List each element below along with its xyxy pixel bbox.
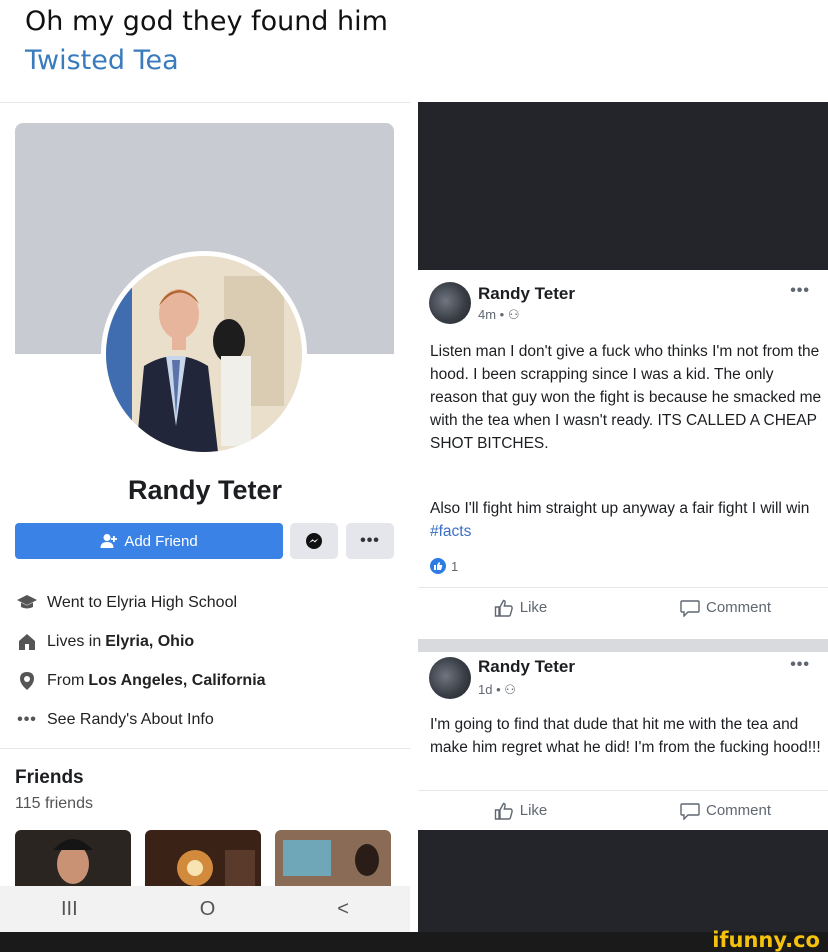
comment-button[interactable]: Comment <box>623 791 828 830</box>
add-friend-label: Add Friend <box>124 532 198 550</box>
post-meta: 1d • ⚇ <box>478 682 516 698</box>
like-label: Like <box>519 802 548 819</box>
watermark-bar: ifunny.co <box>0 928 828 952</box>
profile-screenshot: Randy Teter Add Friend ••• Went to Elyri… <box>0 102 410 932</box>
lives-city[interactable]: Elyria, Ohio <box>105 633 194 651</box>
messenger-button[interactable] <box>290 523 338 559</box>
friend-thumbnail[interactable] <box>275 830 391 886</box>
like-label: Like <box>519 599 548 616</box>
post-card: Randy Teter 4m • ⚇ ••• Listen man I don'… <box>418 270 828 639</box>
feed-separator <box>418 639 828 652</box>
like-button[interactable]: Like <box>418 791 623 830</box>
like-button[interactable]: Like <box>418 588 623 627</box>
messenger-icon <box>306 533 322 549</box>
author-avatar[interactable] <box>429 282 471 324</box>
comment-label: Comment <box>705 802 772 819</box>
friends-audience-icon: ⚇ <box>507 307 520 322</box>
back-button[interactable]: < <box>337 898 349 921</box>
recent-apps-button[interactable]: III <box>61 898 78 921</box>
like-reaction-icon <box>430 558 446 574</box>
add-friend-icon <box>100 534 118 548</box>
post-text: Listen man I don't give a fuck who think… <box>430 343 822 452</box>
add-friend-button[interactable]: Add Friend <box>15 523 283 559</box>
thumbs-up-icon <box>494 802 513 820</box>
home-icon <box>15 631 39 653</box>
author-name[interactable]: Randy Teter <box>478 284 575 304</box>
post-actions: Like Comment <box>418 790 828 830</box>
post-text-body: Also I'll fight him straight up anyway a… <box>430 500 810 517</box>
home-button[interactable]: O <box>200 898 216 921</box>
post-text: I'm going to find that dude that hit me … <box>430 716 821 756</box>
friends-title[interactable]: Friends <box>15 767 84 789</box>
more-options-button[interactable]: ••• <box>346 523 394 559</box>
post-time[interactable]: 4m • <box>478 307 504 322</box>
profile-avatar[interactable] <box>106 256 302 452</box>
profile-name: Randy Teter <box>127 475 283 505</box>
author-avatar[interactable] <box>429 657 471 699</box>
caption-title: Oh my god they found him <box>25 6 388 37</box>
friend-thumbnail[interactable] <box>145 830 261 886</box>
lives-info: Lives in Elyria, Ohio <box>15 631 194 653</box>
ifunny-watermark: ifunny.co <box>712 928 820 952</box>
friends-audience-icon: ⚇ <box>504 682 516 697</box>
section-divider <box>0 748 410 749</box>
school-info: Went to Elyria High School <box>15 592 237 614</box>
caption-subtitle[interactable]: Twisted Tea <box>25 45 179 76</box>
comment-icon <box>680 802 700 820</box>
comment-icon <box>680 599 700 617</box>
about-info-link[interactable]: ••• See Randy's About Info <box>15 709 214 731</box>
author-name[interactable]: Randy Teter <box>478 657 575 677</box>
ellipsis-icon: ••• <box>17 711 37 728</box>
hometown-info: From Los Angeles, California <box>15 670 266 692</box>
graduation-cap-icon <box>15 592 39 614</box>
post-text-2: Also I'll fight him straight up anyway a… <box>430 497 822 543</box>
comment-label: Comment <box>705 599 772 616</box>
reaction-summary[interactable]: 1 <box>430 558 458 574</box>
post-meta: 4m • ⚇ <box>478 307 520 323</box>
comment-button[interactable]: Comment <box>623 588 828 627</box>
about-text: See Randy's About Info <box>47 711 214 728</box>
from-prefix: From <box>47 672 85 689</box>
posts-screenshot: Randy Teter 4m • ⚇ ••• Listen man I don'… <box>418 102 828 932</box>
friend-thumbnail[interactable] <box>15 830 131 886</box>
thumbs-up-icon <box>494 599 513 617</box>
post-card: Randy Teter 1d • ⚇ ••• I'm going to find… <box>418 652 828 830</box>
post-options-button[interactable]: ••• <box>790 282 810 300</box>
friends-count[interactable]: 115 friends <box>15 795 93 813</box>
from-city[interactable]: Los Angeles, California <box>88 672 265 690</box>
location-pin-icon <box>15 670 39 692</box>
post-time[interactable]: 1d • <box>478 682 501 697</box>
school-text: Went to Elyria High School <box>47 594 238 611</box>
reaction-count: 1 <box>451 558 459 574</box>
lives-prefix: Lives in <box>47 633 102 650</box>
post-options-button[interactable]: ••• <box>790 656 810 674</box>
caption-header: Oh my god they found him Twisted Tea <box>0 0 828 102</box>
post-actions: Like Comment <box>418 587 828 627</box>
hashtag-link[interactable]: #facts <box>430 523 471 540</box>
avatar-photo <box>106 256 302 452</box>
android-nav-bar: III O < <box>0 886 410 932</box>
